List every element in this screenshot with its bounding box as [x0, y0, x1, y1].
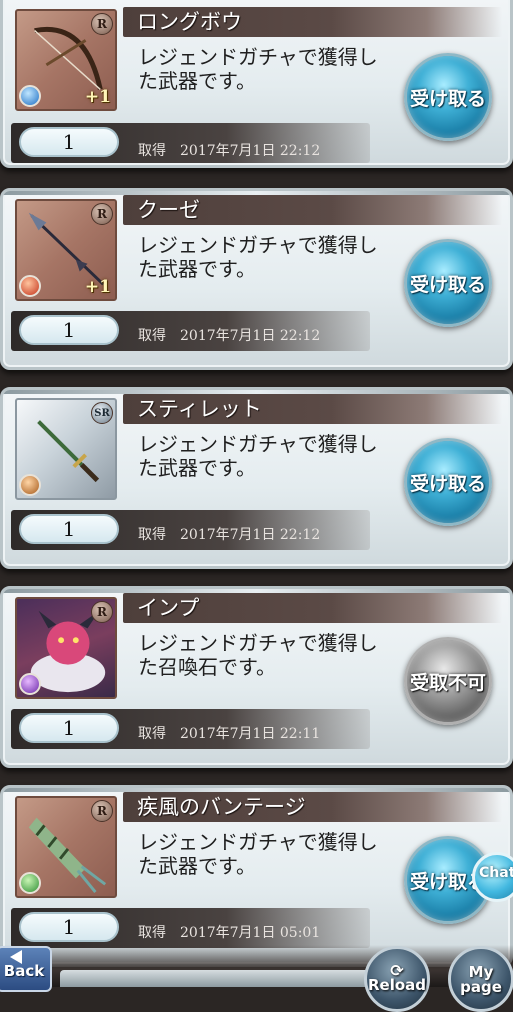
- rarity-badge: R: [91, 203, 113, 225]
- footer-strip: [60, 970, 370, 987]
- description-line: た召喚石です。: [138, 655, 276, 679]
- receive-button[interactable]: 受け取る: [404, 438, 492, 526]
- obtained-date: 取得 2017年7月1日 05:01: [138, 922, 320, 942]
- obtained-label: 取得: [138, 726, 166, 742]
- quantity-pill: 1: [19, 713, 119, 743]
- plus-bonus: +1: [84, 277, 111, 297]
- obtained-label: 取得: [138, 527, 166, 543]
- item-description: レジェンドガチャで獲得し た武器です。: [138, 830, 398, 878]
- item-description: レジェンドガチャで獲得し た武器です。: [138, 233, 398, 281]
- item-name: クーゼ: [137, 198, 200, 222]
- obtained-date: 取得 2017年7月1日 22:12: [138, 524, 320, 544]
- obtained-date: 取得 2017年7月1日 22:12: [138, 325, 320, 345]
- description-line: レジェンドガチャで獲得し: [138, 233, 378, 257]
- item-thumbnail[interactable]: R: [15, 796, 117, 898]
- present-card: R インプ レジェンドガチャで獲得し た召喚石です。 1 取得 2017年7月1日…: [0, 586, 513, 768]
- obtained-date: 取得 2017年7月1日 22:11: [138, 723, 320, 743]
- quantity-pill: 1: [19, 514, 119, 544]
- dark-element-icon: [19, 673, 41, 695]
- description-line: レジェンドガチャで獲得し: [138, 432, 378, 456]
- present-card: SR スティレット レジェンドガチャで獲得し た武器です。 1 取得 2017年7…: [0, 387, 513, 569]
- quantity-pill: 1: [19, 127, 119, 157]
- obtained-datetime: 2017年7月1日 22:12: [180, 527, 321, 543]
- item-description: レジェンドガチャで獲得し た武器です。: [138, 432, 398, 480]
- item-thumbnail[interactable]: SR: [15, 398, 117, 500]
- present-card: R +1 クーゼ レジェンドガチャで獲得し た武器です。 1 取得 2017年7月…: [0, 188, 513, 370]
- rarity-badge: R: [91, 601, 113, 623]
- obtained-date: 取得 2017年7月1日 22:12: [138, 140, 320, 160]
- receive-button[interactable]: 受け取る: [404, 239, 492, 327]
- back-button[interactable]: Back: [0, 946, 52, 992]
- item-name: インプ: [137, 596, 200, 620]
- fire-element-icon: [19, 275, 41, 297]
- reload-label: Reload: [367, 976, 427, 994]
- item-thumbnail[interactable]: R: [15, 597, 117, 699]
- description-line: た武器です。: [138, 854, 256, 878]
- receive-button[interactable]: 受け取る: [404, 53, 492, 141]
- present-card: R 疾風のバンテージ レジェンドガチャで獲得し た武器です。 1 取得 2017年…: [0, 785, 513, 967]
- description-line: た武器です。: [138, 456, 256, 480]
- item-description: レジェンドガチャで獲得し た召喚石です。: [138, 631, 398, 679]
- plus-bonus: +1: [84, 87, 111, 107]
- water-element-icon: [19, 85, 41, 107]
- obtained-label: 取得: [138, 328, 166, 344]
- obtained-datetime: 2017年7月1日 22:11: [180, 726, 321, 742]
- description-line: レジェンドガチャで獲得し: [138, 45, 378, 69]
- item-name: ロングボウ: [137, 10, 242, 34]
- receive-disabled-button[interactable]: 受取不可: [404, 637, 492, 725]
- description-line: レジェンドガチャで獲得し: [138, 830, 378, 854]
- rarity-badge: SR: [91, 402, 113, 424]
- reload-button[interactable]: ⟳ Reload: [364, 946, 430, 1012]
- wind-element-icon: [19, 872, 41, 894]
- mypage-button[interactable]: My page: [448, 946, 513, 1012]
- obtained-label: 取得: [138, 143, 166, 159]
- description-line: た武器です。: [138, 69, 256, 93]
- obtained-datetime: 2017年7月1日 22:12: [180, 143, 321, 159]
- description-line: た武器です。: [138, 257, 256, 281]
- rarity-badge: R: [91, 13, 113, 35]
- item-thumbnail[interactable]: R +1: [15, 199, 117, 301]
- item-name: 疾風のバンテージ: [137, 795, 306, 819]
- back-arrow-icon: [10, 950, 22, 964]
- obtained-datetime: 2017年7月1日 22:12: [180, 328, 321, 344]
- item-name: スティレット: [137, 397, 262, 421]
- earth-element-icon: [19, 474, 41, 496]
- obtained-datetime: 2017年7月1日 05:01: [180, 925, 321, 941]
- rarity-badge: R: [91, 800, 113, 822]
- description-line: レジェンドガチャで獲得し: [138, 631, 378, 655]
- quantity-pill: 1: [19, 912, 119, 942]
- present-card: R +1 ロングボウ レジェンドガチャで獲得し た武器です。 1 取得 2017年…: [0, 0, 513, 168]
- item-description: レジェンドガチャで獲得し た武器です。: [138, 45, 398, 93]
- item-thumbnail[interactable]: R +1: [15, 9, 117, 111]
- obtained-label: 取得: [138, 925, 166, 941]
- quantity-pill: 1: [19, 315, 119, 345]
